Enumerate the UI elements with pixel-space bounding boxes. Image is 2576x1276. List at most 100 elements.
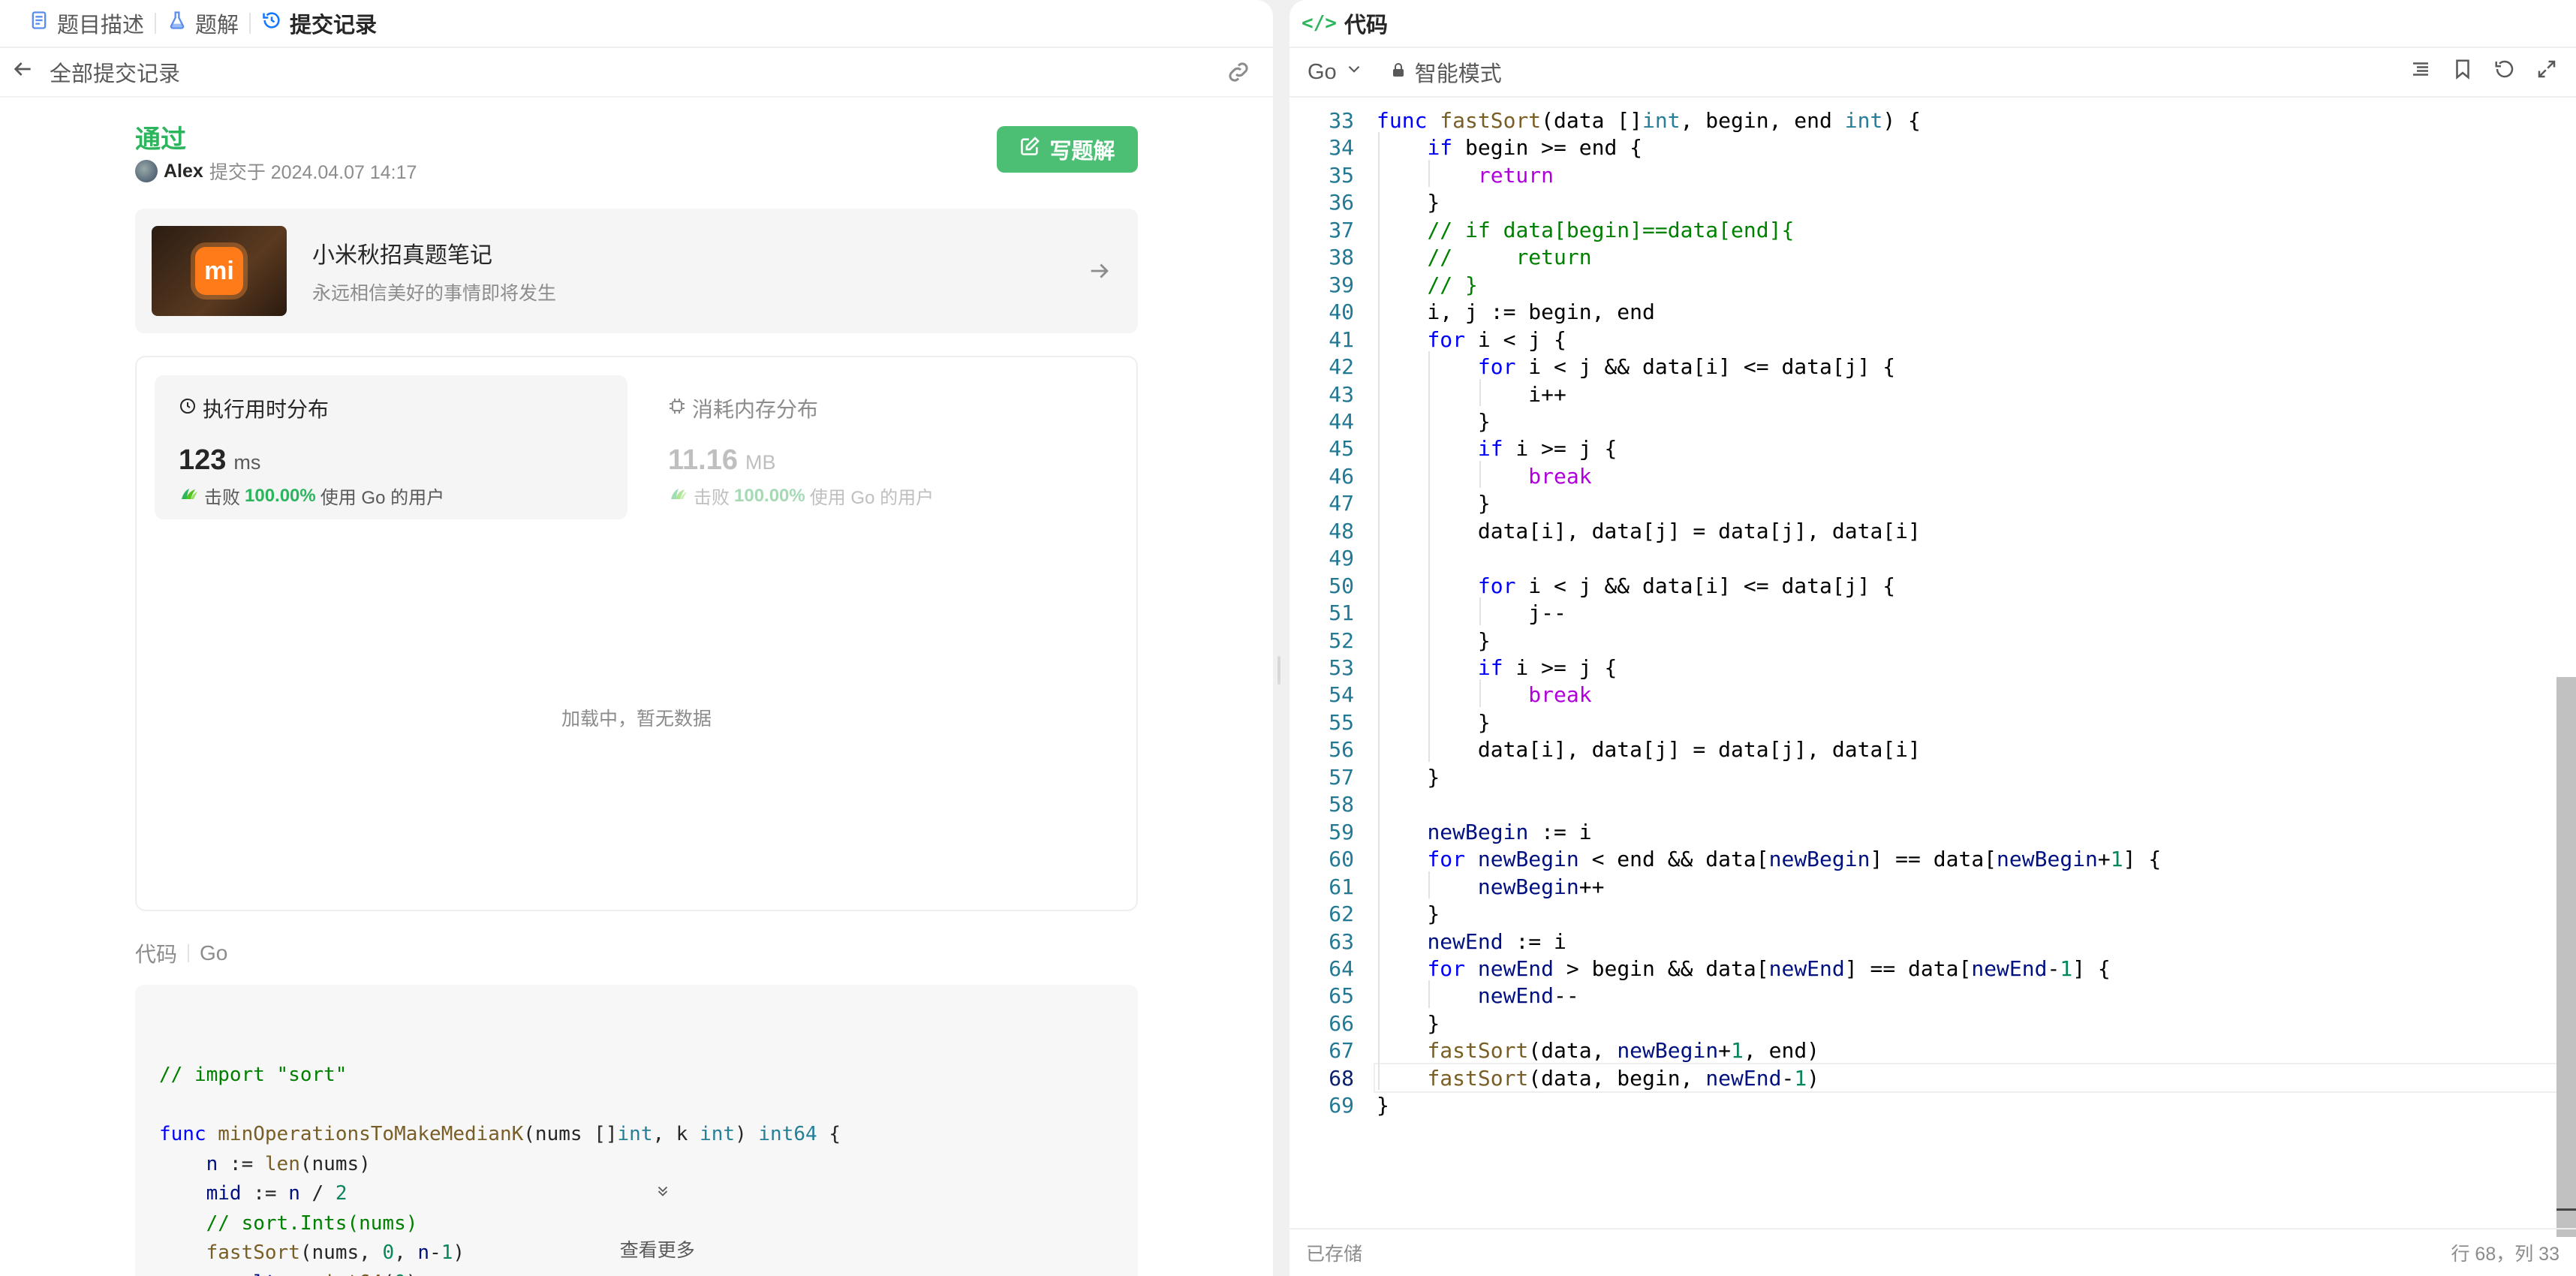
- line-number: 47: [1329, 491, 1354, 516]
- code-line[interactable]: data[i], data[j] = data[j], data[i]: [1377, 519, 1921, 543]
- bookmark-icon[interactable]: [2451, 58, 2474, 86]
- tab-submissions[interactable]: 提交记录: [251, 8, 387, 39]
- line-number: 62: [1329, 901, 1354, 927]
- indent-guide: [1479, 597, 1481, 625]
- show-more-button[interactable]: 查看更多: [135, 1118, 1138, 1276]
- runtime-beat-suffix: 使用 Go 的用户: [320, 488, 445, 508]
- code-line[interactable]: fastSort(data, begin, newEnd-1): [1377, 1066, 1819, 1091]
- code-line[interactable]: if i >= j {: [1377, 436, 1617, 461]
- line-number: 56: [1329, 737, 1354, 763]
- line-number: 58: [1329, 792, 1354, 817]
- runtime-card[interactable]: 执行用时分布 123 ms 击败 100.00% 使用 Go 的用户: [155, 375, 627, 519]
- code-line[interactable]: // return: [1377, 245, 1591, 269]
- document-icon: [29, 10, 50, 37]
- line-number: 59: [1329, 819, 1354, 844]
- editor-toolbar: Go 智能模式: [1290, 48, 2576, 98]
- panel-resize-handle[interactable]: [1277, 656, 1280, 685]
- username[interactable]: Alex: [164, 161, 203, 182]
- line-number: 69: [1329, 1093, 1354, 1118]
- reset-icon[interactable]: [2493, 58, 2516, 86]
- clock-icon: [179, 396, 197, 420]
- all-submissions-link[interactable]: 全部提交记录: [50, 56, 180, 88]
- arrow-left-icon[interactable]: [11, 57, 50, 87]
- code-line[interactable]: newBegin := i: [1377, 820, 1591, 844]
- code-line[interactable]: }: [1377, 765, 1440, 790]
- indent-guide: [1479, 460, 1481, 489]
- cursor-position[interactable]: 行 68，列 33: [2451, 1239, 2559, 1266]
- tab-label: 提交记录: [290, 14, 378, 38]
- code-line[interactable]: }: [1377, 1093, 1389, 1118]
- smart-mode-toggle[interactable]: 智能模式: [1389, 56, 1502, 88]
- code-line[interactable]: }: [1377, 901, 1440, 926]
- submitted-code-preview[interactable]: // import "sort" func minOperationsToMak…: [135, 985, 1138, 1276]
- code-line[interactable]: }: [1377, 628, 1491, 653]
- tab-label: 题解: [195, 14, 239, 38]
- language-select[interactable]: Go: [1308, 59, 1364, 85]
- line-number: 51: [1329, 600, 1354, 626]
- line-number: 41: [1329, 327, 1354, 352]
- code-line[interactable]: for i < j && data[i] <= data[j] {: [1377, 573, 1895, 598]
- code-line[interactable]: fastSort(data, newBegin+1, end): [1377, 1038, 1819, 1063]
- arrow-right-icon: [1087, 258, 1112, 284]
- code-line[interactable]: j--: [1377, 600, 1566, 625]
- editor-scrollbar[interactable]: [2555, 98, 2576, 1237]
- code-line[interactable]: for newEnd > begin && data[newEnd] == da…: [1377, 956, 2110, 981]
- code-line[interactable]: if begin >= end {: [1377, 135, 1642, 160]
- code-line[interactable]: for newBegin < end && data[newBegin] == …: [1377, 847, 2161, 871]
- code-label: 代码: [135, 943, 178, 966]
- code-line[interactable]: i++: [1377, 382, 1566, 407]
- scrollbar-thumb[interactable]: [2556, 677, 2576, 1237]
- code-line[interactable]: newBegin++: [1377, 874, 1605, 899]
- memory-header: 消耗内存分布: [668, 393, 1093, 423]
- line-number: 46: [1329, 463, 1354, 489]
- runtime-unit: ms: [233, 451, 261, 474]
- code-line[interactable]: }: [1377, 409, 1491, 434]
- tab-label: 题目描述: [57, 14, 145, 38]
- submission-detail: 通过 Alex 提交于 2024.04.07 14:17 写题解 mi 小米秋招…: [135, 98, 1138, 1276]
- editor-status-bar: 已存储 行 68，列 33: [1290, 1228, 2576, 1276]
- chart-loading-text: 加载中，暂无数据: [561, 709, 712, 730]
- code-line[interactable]: }: [1377, 710, 1491, 735]
- memory-title: 消耗内存分布: [692, 398, 819, 421]
- line-number: 34: [1329, 135, 1354, 161]
- memory-beat-suffix: 使用 Go 的用户: [809, 488, 934, 508]
- code-line[interactable]: // if data[begin]==data[end]{: [1377, 218, 1794, 242]
- write-solution-button[interactable]: 写题解: [997, 126, 1138, 173]
- code-line[interactable]: }: [1377, 1011, 1440, 1036]
- chip-icon: [668, 396, 686, 420]
- code-line[interactable]: data[i], data[j] = data[j], data[i]: [1377, 737, 1921, 762]
- line-number: 65: [1329, 983, 1354, 1009]
- code-line[interactable]: for i < j && data[i] <= data[j] {: [1377, 354, 1895, 379]
- code-line[interactable]: }: [1377, 190, 1440, 215]
- code-line[interactable]: newEnd--: [1377, 983, 1579, 1008]
- promo-banner[interactable]: mi 小米秋招真题笔记 永远相信美好的事情即将发生: [135, 209, 1138, 333]
- code-line[interactable]: break: [1377, 464, 1591, 489]
- link-icon[interactable]: [1225, 59, 1252, 86]
- smart-mode-label: 智能模式: [1414, 62, 1502, 86]
- banner-text: 小米秋招真题笔记 永远相信美好的事情即将发生: [312, 236, 556, 305]
- code-line[interactable]: // }: [1377, 272, 1477, 297]
- code-line[interactable]: return: [1377, 163, 1554, 188]
- code-line[interactable]: }: [1377, 491, 1491, 516]
- line-number: 50: [1329, 573, 1354, 598]
- avatar[interactable]: [135, 160, 158, 182]
- code-line[interactable]: if i >= j {: [1377, 655, 1617, 680]
- code-line[interactable]: newEnd := i: [1377, 929, 1566, 954]
- memory-card[interactable]: 消耗内存分布 11.16 MB 击败 100.00% 使用 Go 的用户: [644, 375, 1117, 519]
- code-editor[interactable]: 33 func fastSort(data []int, begin, end i…: [1290, 98, 2576, 1228]
- tab-description[interactable]: 题目描述: [18, 8, 155, 39]
- code-line[interactable]: for i < j {: [1377, 327, 1566, 352]
- edit-icon: [1019, 136, 1040, 163]
- line-number: 48: [1329, 518, 1354, 543]
- code-line[interactable]: break: [1377, 682, 1591, 707]
- format-icon[interactable]: [2409, 58, 2432, 86]
- preview-code-line: [159, 1091, 1114, 1121]
- flask-icon: [167, 10, 188, 37]
- tab-solutions[interactable]: 题解: [156, 8, 249, 39]
- code-line[interactable]: i, j := begin, end: [1377, 299, 1654, 324]
- indent-guide: [1428, 871, 1431, 899]
- code-line[interactable]: func fastSort(data []int, begin, end int…: [1377, 108, 1921, 133]
- expand-icon[interactable]: [2535, 58, 2558, 86]
- indent-guide: [1378, 132, 1380, 1091]
- line-number: 52: [1329, 627, 1354, 653]
